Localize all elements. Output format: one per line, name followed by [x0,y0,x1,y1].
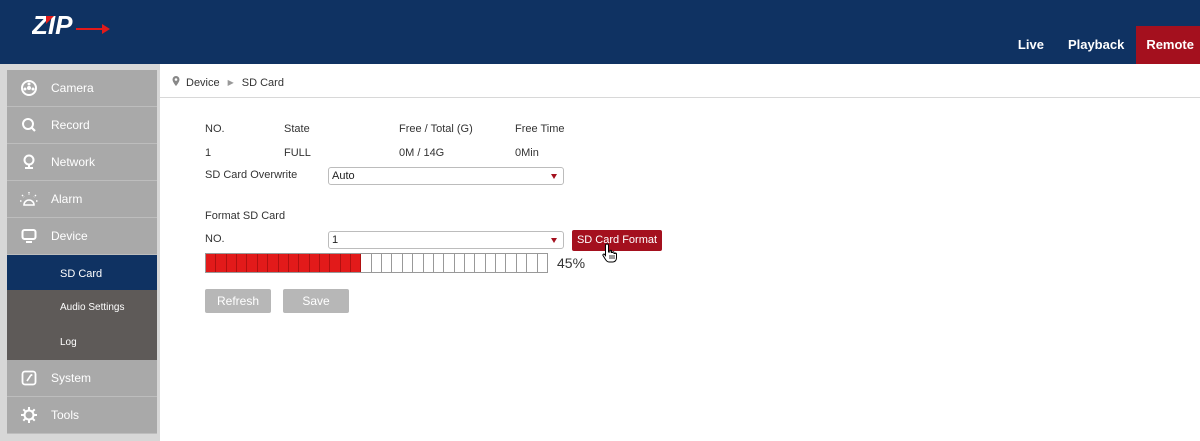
progress-segment [278,254,289,272]
sidebar-item-alarm[interactable]: Alarm [7,181,157,218]
search-icon [7,117,51,133]
svg-text:ZIP: ZIP [32,10,73,40]
col-header-free-time: Free Time [515,123,565,135]
progress-segment [257,254,269,272]
progress-segment [496,254,507,272]
camera-dial-icon [7,80,51,96]
sidebar-item-label: Record [51,118,90,132]
chevron-down-icon [551,238,557,243]
top-header: ZIP Live Playback Remote [0,0,1200,64]
sidebar-item-label: Tools [51,408,80,422]
progress-segment [392,254,403,272]
progress-segment [288,254,300,272]
sidebar-item-system[interactable]: System [7,360,157,397]
hand-pointer-cursor-icon [602,243,618,268]
progress-segment [506,254,517,272]
format-progress-bar [205,253,548,273]
sidebar-item-network[interactable]: Network [7,144,157,181]
format-section-label: Format SD Card [205,210,286,222]
col-header-no: NO. [205,123,225,135]
progress-segment [455,254,465,272]
progress-segment [434,254,445,272]
sidebar: Camera Record Network Alarm Device SD Ca… [0,64,160,441]
format-progress-percent: 45% [557,255,586,271]
network-pin-icon [7,154,51,170]
progress-segment [517,254,528,272]
progress-segment [247,254,258,272]
progress-segment [330,254,341,272]
progress-segment [486,254,497,272]
sidebar-subitem-audio-settings[interactable]: Audio Settings [7,290,157,325]
sidebar-item-label: Device [51,229,88,243]
refresh-button[interactable]: Refresh [205,289,271,313]
nav-playback[interactable]: Playback [1056,26,1136,64]
chevron-down-icon [551,174,557,179]
format-no-label: NO. [205,233,225,245]
progress-segment [444,254,455,272]
sidebar-item-label: Alarm [51,192,83,206]
progress-segment [382,254,393,272]
sidebar-item-label: System [51,371,92,385]
cell-no: 1 [205,147,212,159]
progress-segment [527,254,538,272]
format-no-select[interactable]: 1 [328,231,564,249]
format-no-select-value: 1 [332,234,339,246]
system-icon [7,370,51,386]
alarm-bulb-icon [7,190,51,208]
progress-segment [226,254,238,272]
progress-segment [403,254,414,272]
cell-free-total: 0M / 14G [399,147,445,159]
progress-segment [372,254,383,272]
cell-free-time: 0Min [515,147,539,159]
progress-segment [340,254,352,272]
top-nav: Live Playback Remote [1006,26,1200,64]
progress-segment [424,254,434,272]
sidebar-subitem-log[interactable]: Log [7,325,157,360]
progress-segment [319,254,331,272]
progress-segment [475,254,486,272]
sidebar-item-device[interactable]: Device [7,218,157,255]
progress-segment [237,254,248,272]
nav-live[interactable]: Live [1006,26,1056,64]
cell-state: FULL [284,147,311,159]
location-pin-icon [172,76,180,89]
progress-segment [361,254,372,272]
sidebar-item-camera[interactable]: Camera [7,70,157,107]
progress-segment [465,254,476,272]
progress-segment [268,254,279,272]
col-header-free-total: Free / Total (G) [399,123,473,135]
breadcrumb-root[interactable]: Device [186,77,220,89]
progress-segment [309,254,320,272]
sidebar-item-record[interactable]: Record [7,107,157,144]
breadcrumb: Device ▶ SD Card [160,68,1200,98]
overwrite-select-value: Auto [332,170,355,182]
sidebar-subitem-sd-card[interactable]: SD Card [7,255,157,290]
progress-segment [299,254,310,272]
breadcrumb-current: SD Card [241,76,284,89]
sidebar-item-label: Network [51,155,96,169]
sidebar-item-label: Camera [51,81,94,95]
overwrite-label: SD Card Overwrite [205,169,298,181]
monitor-icon [7,228,51,244]
nav-remote[interactable]: Remote [1136,26,1200,64]
progress-segment [216,254,227,272]
progress-segment [206,254,217,272]
progress-segment [351,254,362,272]
col-header-state: State [284,123,310,135]
zip-logo: ZIP [31,10,112,40]
progress-segment [413,254,424,272]
save-button[interactable]: Save [283,289,349,313]
progress-segment [538,254,547,272]
overwrite-select[interactable]: Auto [328,167,564,185]
gear-icon [7,406,51,424]
sidebar-item-tools[interactable]: Tools [7,397,157,434]
breadcrumb-separator-icon: ▶ [227,78,234,87]
